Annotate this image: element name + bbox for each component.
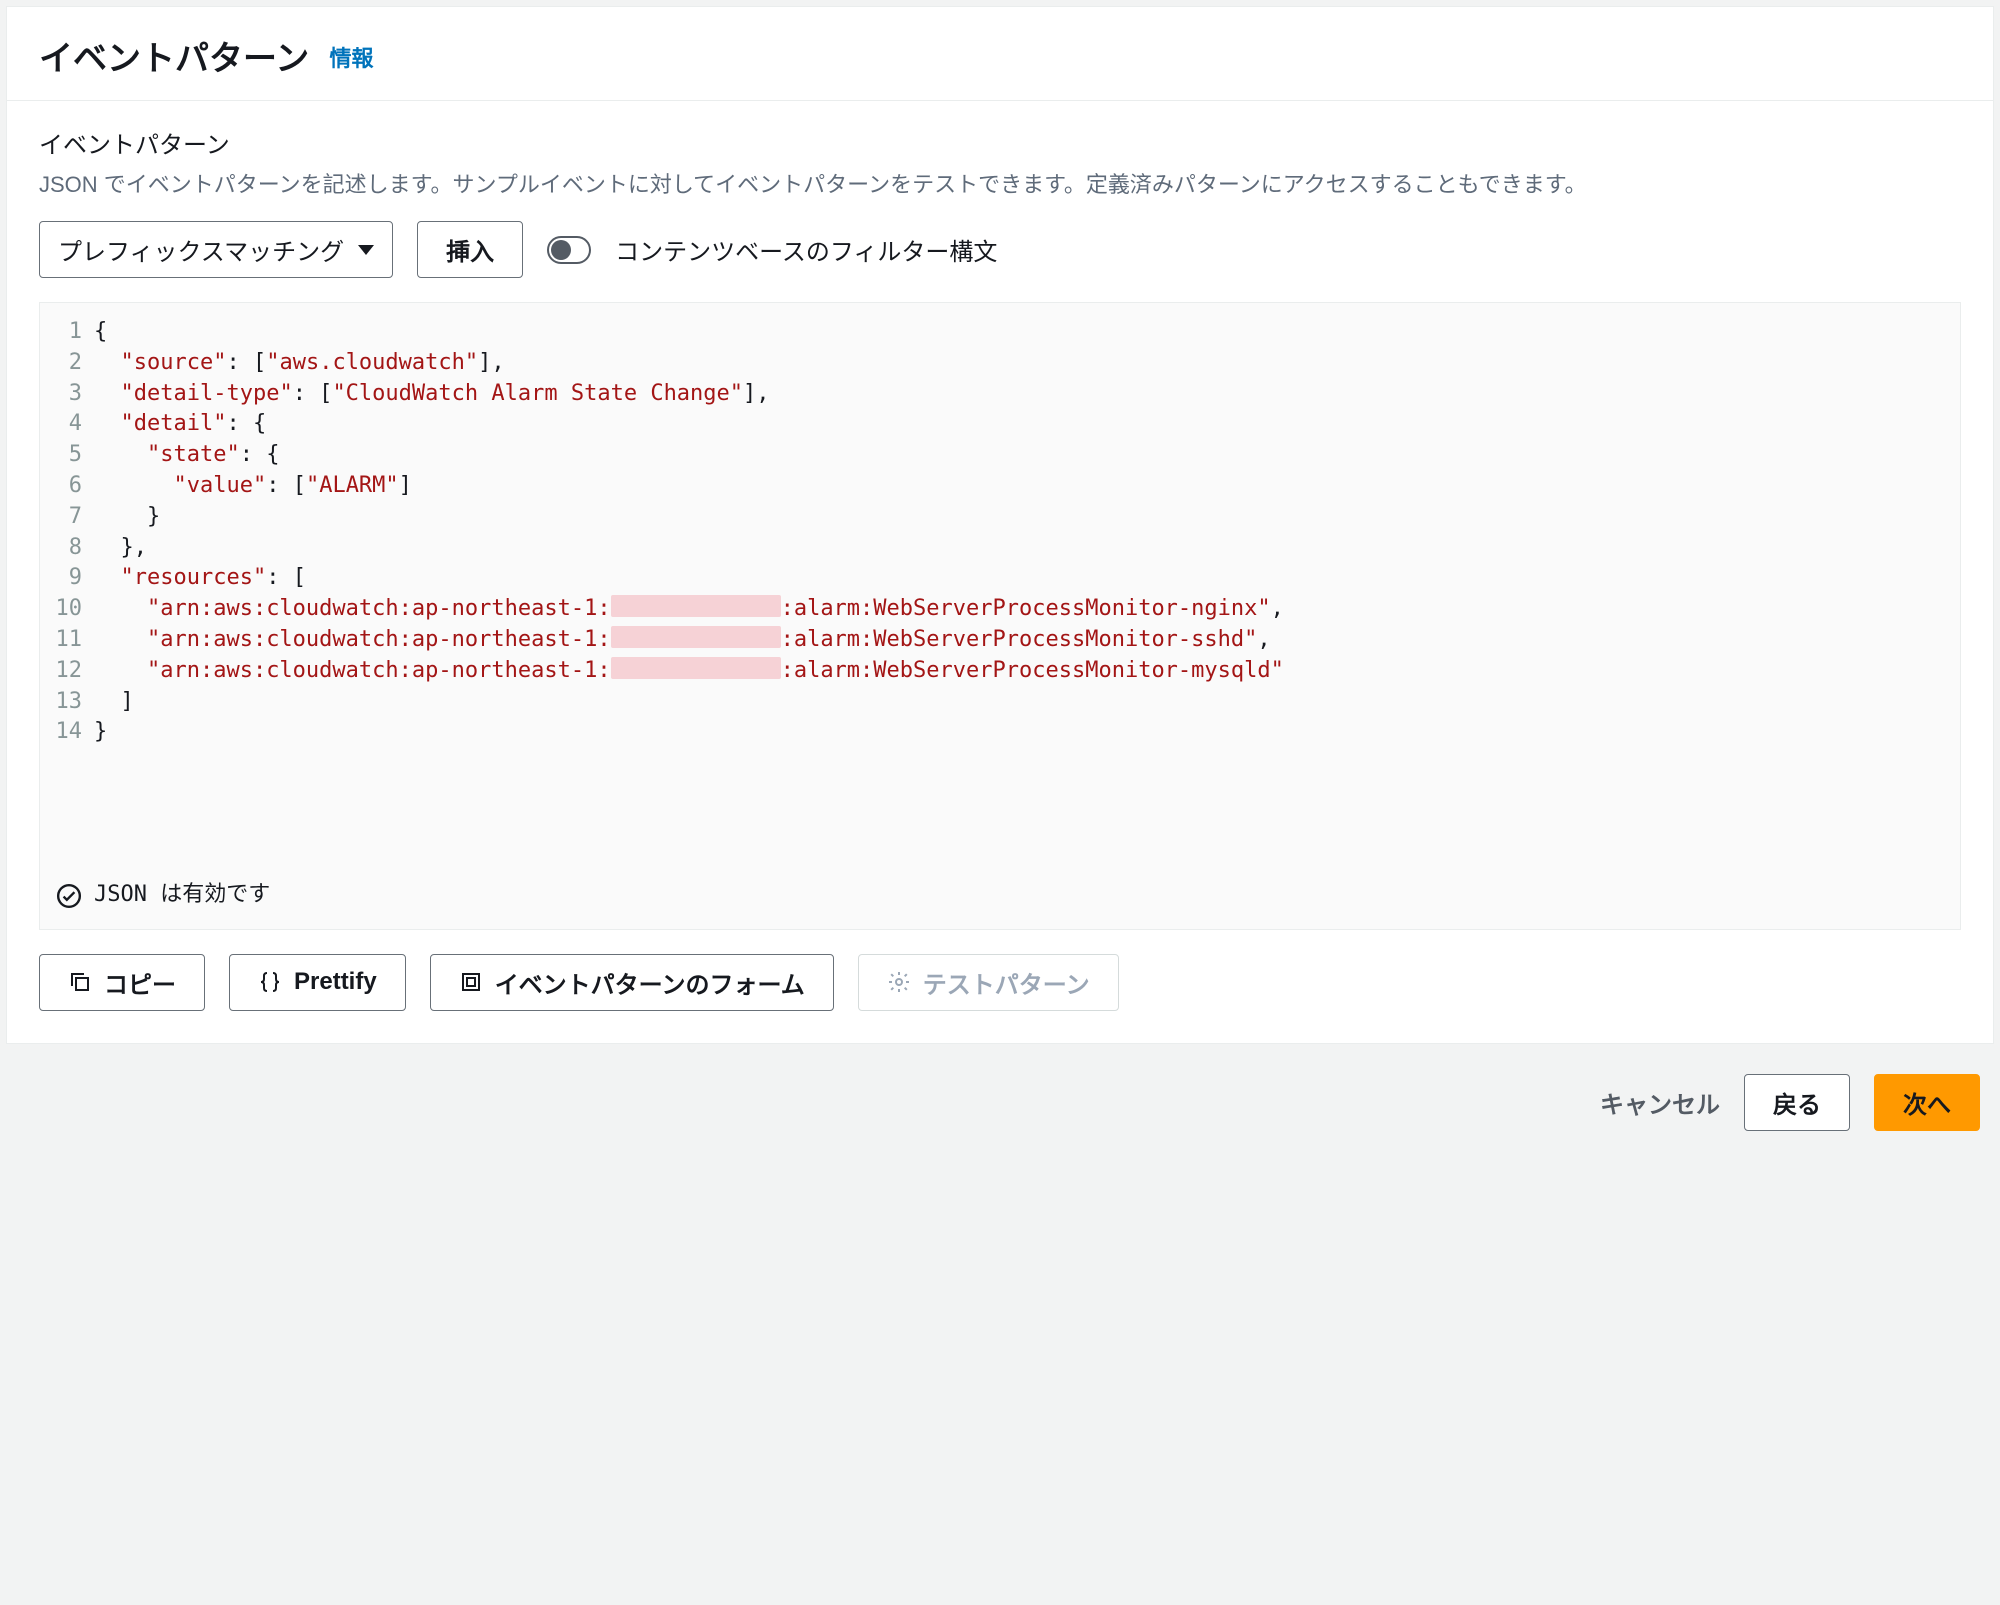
next-button[interactable]: 次へ: [1874, 1074, 1980, 1131]
prettify-button[interactable]: Prettify: [229, 954, 406, 1011]
section-title: イベントパターン: [39, 125, 1961, 160]
insert-button-label: 挿入: [446, 232, 494, 267]
prettify-button-label: Prettify: [294, 968, 377, 996]
code-content: { "source": ["aws.cloudwatch"], "detail-…: [94, 317, 1960, 748]
section-description: JSON でイベントパターンを記述します。サンプルイベントに対してイベントパター…: [39, 168, 1961, 201]
form-button-label: イベントパターンのフォーム: [495, 965, 805, 1000]
back-button-label: 戻る: [1773, 1085, 1821, 1120]
copy-icon: [68, 970, 92, 994]
card-header: イベントパターン 情報: [7, 7, 1993, 101]
caret-down-icon: [358, 245, 374, 255]
json-status-text: JSON は有効です: [94, 880, 270, 911]
braces-icon: [258, 970, 282, 994]
line-number-gutter: 1234567891011121314: [40, 317, 94, 748]
test-pattern-button[interactable]: テストパターン: [858, 954, 1119, 1011]
toggle-label: コンテンツベースのフィルター構文: [615, 232, 997, 267]
cancel-button[interactable]: キャンセル: [1600, 1085, 1720, 1120]
event-pattern-form-button[interactable]: イベントパターンのフォーム: [430, 954, 834, 1011]
insert-button[interactable]: 挿入: [417, 221, 523, 278]
wizard-footer: キャンセル 戻る 次へ: [0, 1044, 2000, 1135]
json-editor[interactable]: 1234567891011121314 { "source": ["aws.cl…: [39, 302, 1961, 930]
prefix-matching-dropdown[interactable]: プレフィックスマッチング: [39, 221, 393, 278]
json-status-row: JSON は有効です: [40, 868, 1960, 929]
card-title: イベントパターン: [39, 31, 309, 80]
event-pattern-card: イベントパターン 情報 イベントパターン JSON でイベントパターンを記述しま…: [6, 6, 1994, 1044]
form-icon: [459, 970, 483, 994]
card-body: イベントパターン JSON でイベントパターンを記述します。サンプルイベントに対…: [7, 101, 1993, 1043]
content-filter-toggle[interactable]: [547, 236, 591, 264]
dropdown-label: プレフィックスマッチング: [58, 232, 344, 267]
info-link[interactable]: 情報: [329, 46, 373, 71]
copy-button[interactable]: コピー: [39, 954, 205, 1011]
toggle-knob: [551, 240, 571, 260]
check-circle-icon: [56, 883, 82, 909]
gear-icon: [887, 970, 911, 994]
control-row: プレフィックスマッチング 挿入 コンテンツベースのフィルター構文: [39, 221, 1961, 278]
next-button-label: 次へ: [1903, 1085, 1951, 1120]
test-button-label: テストパターン: [923, 965, 1090, 1000]
editor-action-row: コピー Prettify イベントパターンのフォ: [39, 954, 1961, 1011]
back-button[interactable]: 戻る: [1744, 1074, 1850, 1131]
copy-button-label: コピー: [104, 965, 176, 1000]
code-area: 1234567891011121314 { "source": ["aws.cl…: [40, 303, 1960, 868]
